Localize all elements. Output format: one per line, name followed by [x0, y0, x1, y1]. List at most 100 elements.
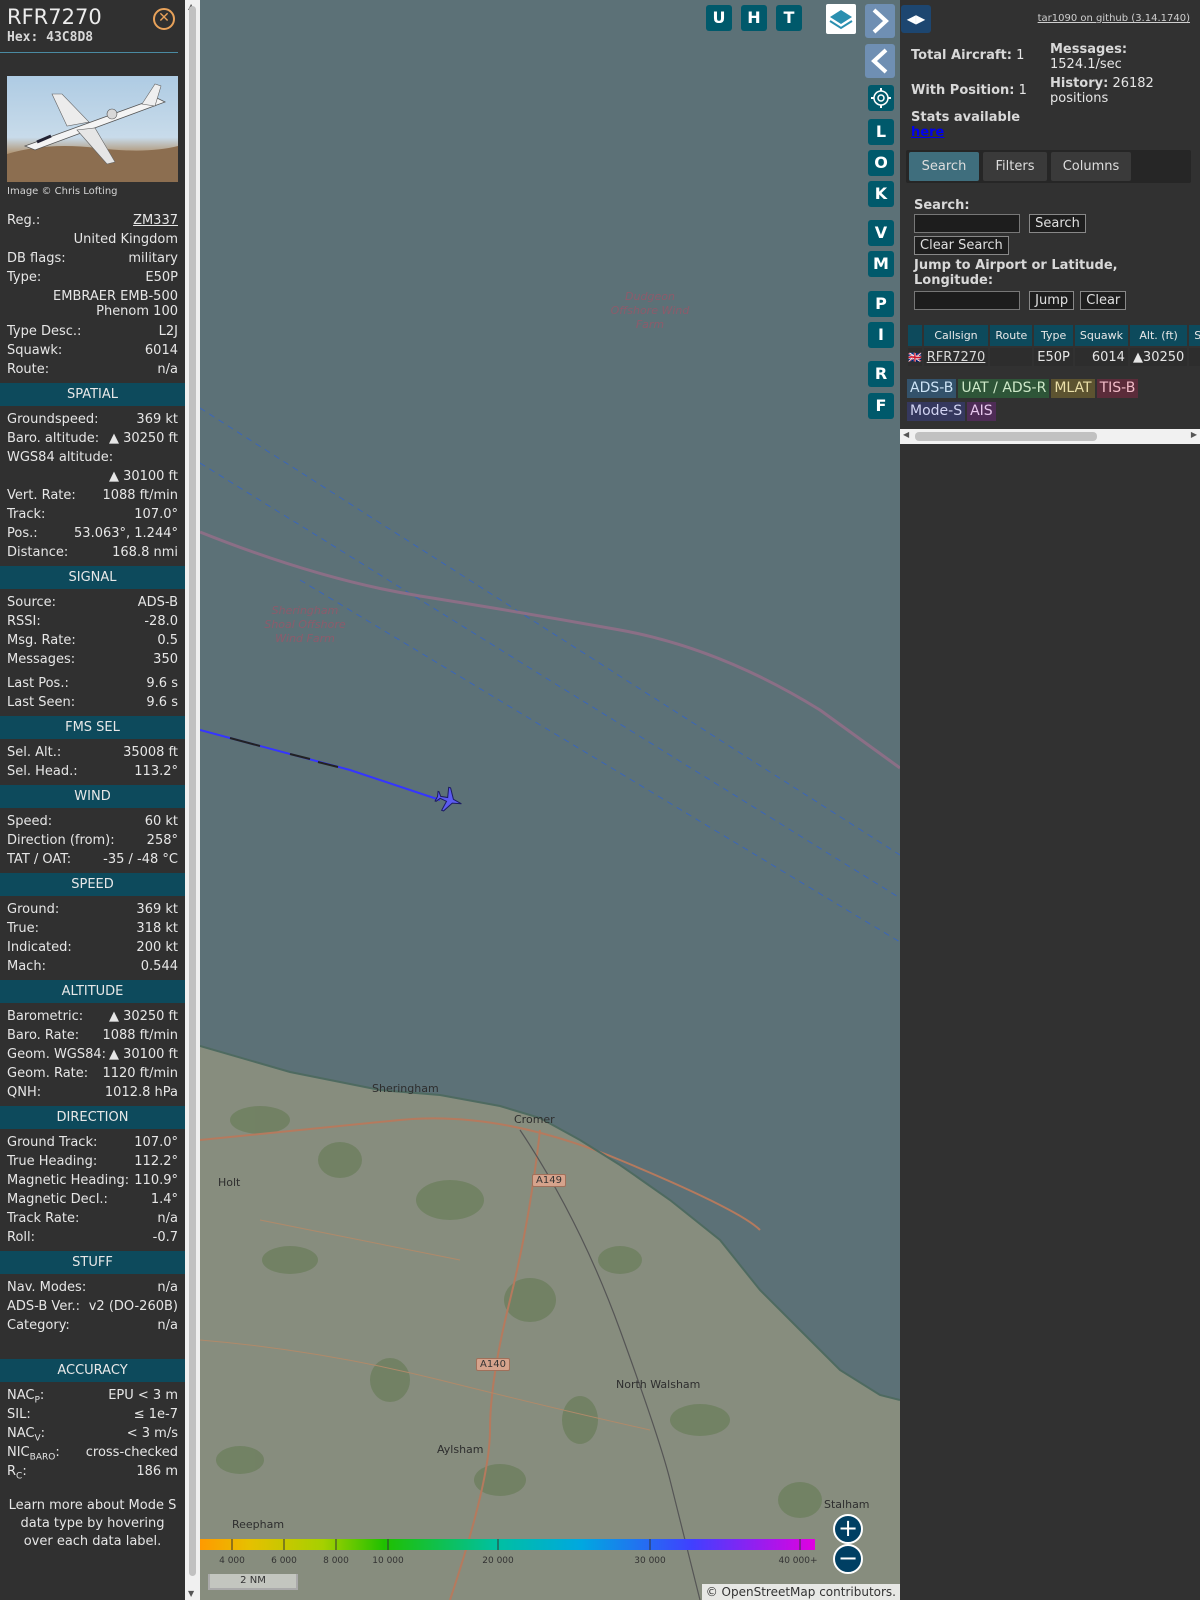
row-label[interactable]: Groundspeed: [7, 410, 98, 429]
search-input[interactable] [914, 214, 1020, 233]
row-label[interactable]: True Heading: [7, 1152, 97, 1171]
jump-button[interactable]: Jump [1029, 291, 1075, 310]
search-button[interactable]: Search [1029, 214, 1086, 233]
f-button[interactable]: F [868, 393, 894, 419]
row-value: 200 kt [136, 940, 178, 955]
row-label[interactable]: Magnetic Decl.: [7, 1190, 108, 1209]
table-row[interactable]: 🇬🇧 RFR7270 E50P 6014 ▲30250 [908, 348, 1200, 366]
jump-input[interactable] [914, 291, 1020, 310]
legend-uat: UAT / ADS-R [958, 379, 1050, 398]
row-label[interactable]: QNH: [7, 1083, 41, 1102]
layers-icon[interactable] [826, 4, 856, 34]
row-label[interactable]: NAC [7, 1426, 34, 1441]
row-label[interactable]: ADS-B Ver.: [7, 1297, 80, 1316]
close-icon[interactable]: ✕ [153, 8, 175, 30]
row-label[interactable]: Barometric: [7, 1007, 83, 1026]
row-label[interactable]: Mach: [7, 957, 46, 976]
row-label[interactable]: TAT / OAT: [7, 850, 71, 869]
row-label[interactable]: True: [7, 919, 39, 938]
expand-sidebar-button[interactable] [865, 4, 895, 38]
u-button[interactable]: U [706, 5, 732, 31]
v-button[interactable]: V [868, 220, 894, 246]
row-label[interactable]: Geom. WGS84: [7, 1045, 106, 1064]
l-button[interactable]: L [868, 119, 894, 145]
reg-link[interactable]: ZM337 [133, 211, 178, 230]
row-label[interactable]: Source: [7, 593, 56, 612]
signal-row: Last Pos.: 9.6 s [0, 674, 185, 693]
row-label[interactable]: Distance: [7, 543, 68, 562]
map-view[interactable]: 4 000 6 000 8 000 10 000 20 000 30 000 4… [200, 0, 900, 1600]
row-label[interactable]: R [7, 1464, 16, 1479]
column-header[interactable]: Sp [1189, 325, 1200, 346]
zoom-in-button[interactable]: + [833, 1514, 863, 1544]
row-label[interactable]: Pos.: [7, 524, 38, 543]
stats-link[interactable]: here [911, 125, 944, 140]
callsign-cell[interactable]: RFR7270 [923, 348, 989, 366]
scrollbar-thumb[interactable] [915, 432, 1097, 441]
row-label[interactable]: Msg. Rate: [7, 631, 76, 650]
osm-link[interactable]: OpenStreetMap [722, 1585, 816, 1599]
t-button[interactable]: T [776, 5, 802, 31]
p-button[interactable]: P [868, 291, 894, 317]
row-label[interactable]: Speed: [7, 812, 52, 831]
scrollbar-thumb[interactable] [189, 6, 196, 1576]
row-label[interactable]: Category: [7, 1316, 70, 1335]
info-panel-scrollbar[interactable]: ▲ ▼ [185, 0, 200, 1600]
column-header[interactable]: Route [990, 325, 1033, 346]
row-label[interactable]: SIL: [7, 1405, 31, 1424]
collapse-sidebar-button[interactable] [865, 44, 895, 78]
row-label[interactable]: Baro. altitude: [7, 429, 99, 448]
row-label[interactable]: Indicated: [7, 938, 72, 957]
row-label[interactable]: Roll: [7, 1228, 35, 1247]
row-label[interactable]: Nav. Modes: [7, 1278, 86, 1297]
row-label[interactable]: Track: [7, 505, 45, 524]
tab-columns[interactable]: Columns [1051, 152, 1131, 181]
row-label[interactable]: Last Pos.: [7, 674, 69, 693]
row-label[interactable]: Baro. Rate: [7, 1026, 79, 1045]
aircraft-photo[interactable] [7, 76, 178, 182]
row-label[interactable]: Geom. Rate: [7, 1064, 88, 1083]
h-button[interactable]: H [741, 5, 767, 31]
tab-search[interactable]: Search [909, 152, 979, 181]
row-label[interactable]: RSSI: [7, 612, 41, 631]
row-label[interactable]: WGS84 altitude: [7, 448, 113, 467]
i-button[interactable]: I [868, 322, 894, 348]
m-button[interactable]: M [868, 251, 894, 277]
k-button[interactable]: K [868, 181, 894, 207]
table-horizontal-scrollbar[interactable]: ◀ ▶ [900, 429, 1200, 444]
zoom-out-button[interactable]: − [833, 1544, 863, 1574]
row-label[interactable]: Ground Track: [7, 1133, 97, 1152]
scroll-right-icon[interactable]: ▶ [1191, 430, 1197, 439]
o-button[interactable]: O [868, 150, 894, 176]
row-value: v2 (DO-260B) [88, 1299, 178, 1314]
settings-button[interactable] [868, 85, 894, 111]
row-label[interactable]: Sel. Alt.: [7, 743, 61, 762]
clear-search-button[interactable]: Clear Search [914, 236, 1009, 255]
aircraft-icon[interactable] [433, 785, 465, 816]
toggle-layout-button[interactable]: ◀▶ [901, 5, 931, 33]
row-label[interactable]: Magnetic Heading: [7, 1171, 129, 1190]
scroll-left-icon[interactable]: ◀ [903, 430, 909, 439]
row-label[interactable]: NIC [7, 1445, 30, 1460]
clear-button[interactable]: Clear [1080, 291, 1127, 310]
tab-filters[interactable]: Filters [983, 152, 1047, 181]
row-label[interactable]: NAC [7, 1388, 34, 1403]
r-button[interactable]: R [868, 361, 894, 387]
row-label[interactable]: Vert. Rate: [7, 486, 76, 505]
column-header[interactable]: Squawk [1074, 325, 1128, 346]
scroll-down-icon[interactable]: ▼ [188, 1589, 194, 1598]
row-label[interactable]: Track Rate: [7, 1209, 79, 1228]
column-header[interactable]: Type [1034, 325, 1073, 346]
row-label[interactable]: Sel. Head.: [7, 762, 78, 781]
sidebar: ◀▶ tar1090 on github (3.14.1740) Total A… [900, 0, 1200, 1600]
column-header[interactable]: Alt. (ft) [1129, 325, 1188, 346]
spatial-row: Distance: 168.8 nmi [0, 543, 185, 562]
column-header[interactable] [908, 325, 922, 346]
row-label[interactable]: Messages: [7, 650, 75, 669]
row-label[interactable]: Last Seen: [7, 693, 75, 712]
row-label[interactable]: Ground: [7, 900, 59, 919]
github-link[interactable]: tar1090 on github (3.14.1740) [1038, 13, 1190, 24]
row-label[interactable]: Direction (from): [7, 831, 115, 850]
total-aircraft: Total Aircraft: 1 [911, 48, 1025, 63]
column-header[interactable]: Callsign [923, 325, 989, 346]
